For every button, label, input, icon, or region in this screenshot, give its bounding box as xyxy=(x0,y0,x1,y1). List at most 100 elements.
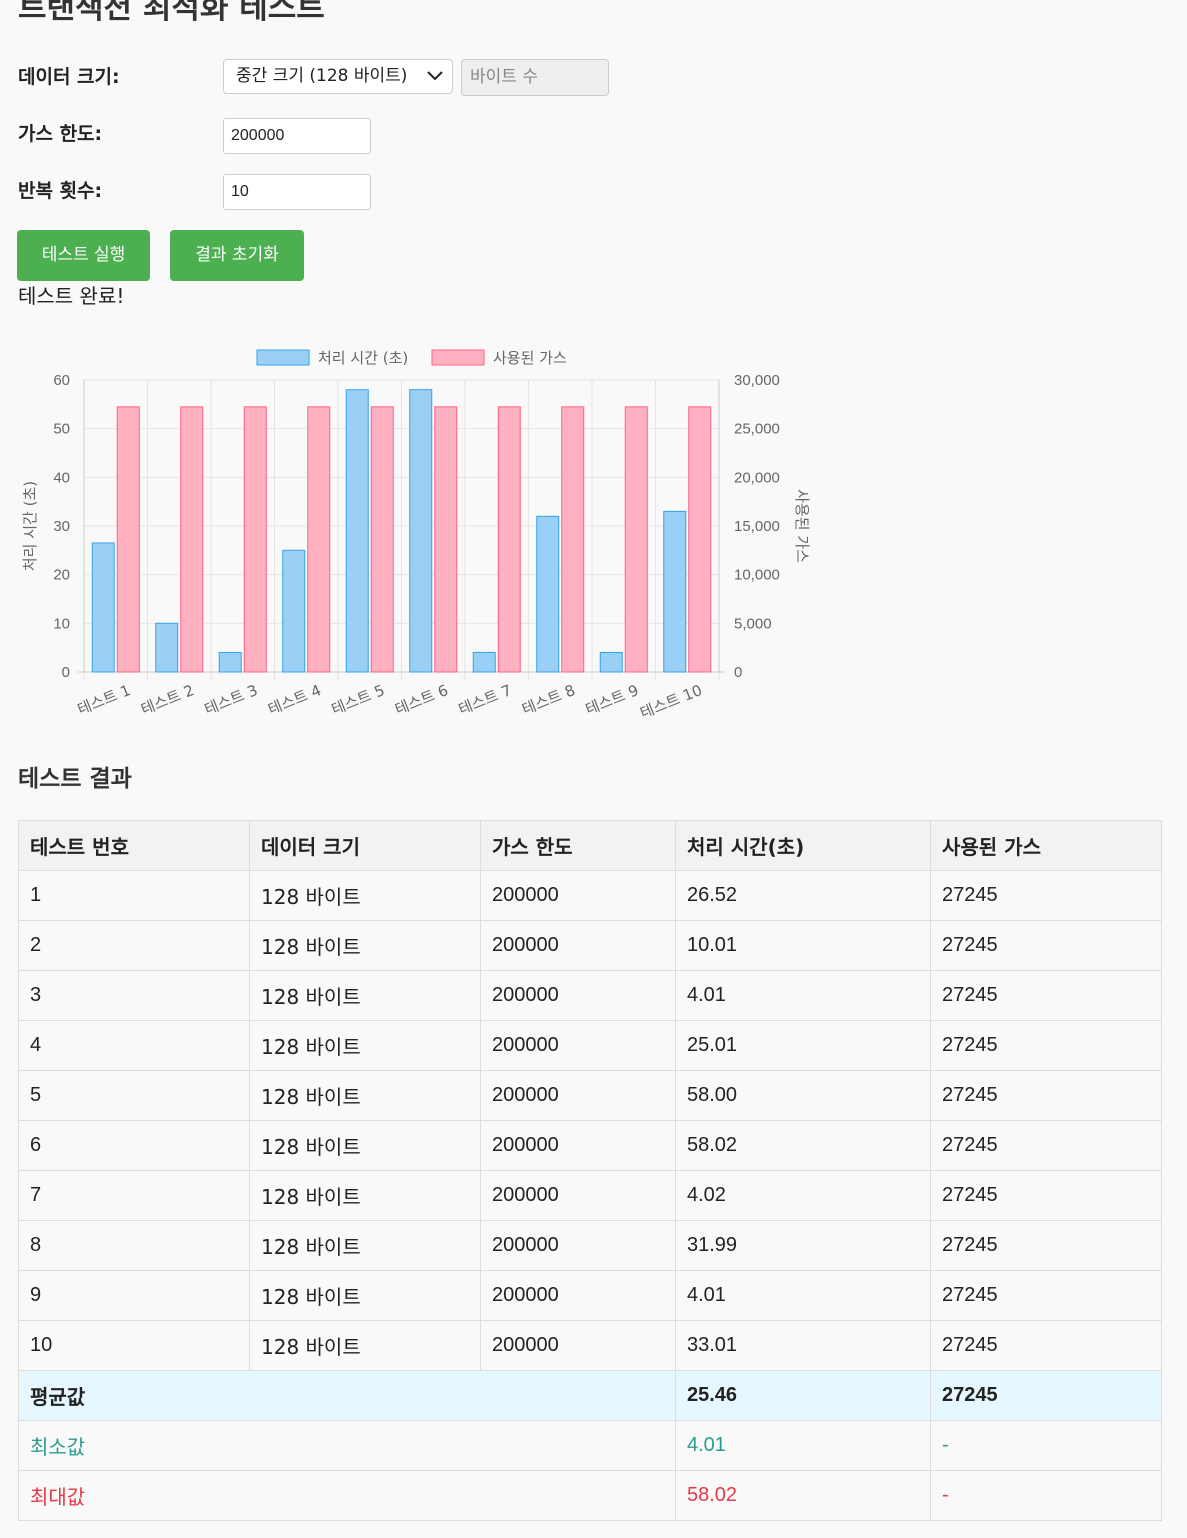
legend-label: 사용된 가스 xyxy=(493,349,567,367)
cell-processing-time: 10.01 xyxy=(675,920,931,971)
cell-gas-used: 27245 xyxy=(930,1170,1162,1221)
right-tick-label: 0 xyxy=(734,664,742,681)
bar-gas xyxy=(307,406,331,673)
bar-time xyxy=(155,622,179,673)
bar-time xyxy=(663,510,687,673)
chevron-down-icon xyxy=(427,71,443,81)
bar-time xyxy=(345,389,369,673)
cell-data-size: 128 바이트 xyxy=(249,1070,481,1121)
bar-time xyxy=(599,651,623,673)
table-row: 6 128 바이트 200000 58.02 27245 xyxy=(18,1120,1162,1171)
cell-gas-limit: 200000 xyxy=(480,1020,676,1071)
minimum-label: 최소값 xyxy=(18,1420,676,1471)
table-row: 9 128 바이트 200000 4.01 27245 xyxy=(18,1270,1162,1321)
x-tick-label: 테스트 9 xyxy=(583,681,641,719)
data-size-select[interactable]: 중간 크기 (128 바이트) xyxy=(223,59,453,94)
left-tick-label: 20 xyxy=(53,567,70,584)
cell-test-number: 7 xyxy=(18,1170,250,1221)
cell-test-number: 2 xyxy=(18,920,250,971)
cell-test-number: 10 xyxy=(18,1320,250,1371)
cell-processing-time: 26.52 xyxy=(675,870,931,921)
right-tick-label: 10,000 xyxy=(734,567,780,584)
right-tick-label: 5,000 xyxy=(734,615,772,632)
left-axis-title: 처리 시간 (초) xyxy=(21,481,39,571)
table-row: 8 128 바이트 200000 31.99 27245 xyxy=(18,1220,1162,1271)
left-tick-label: 10 xyxy=(53,615,70,632)
cell-data-size: 128 바이트 xyxy=(249,1220,481,1271)
cell-gas-used: 27245 xyxy=(930,1020,1162,1071)
data-size-selected: 중간 크기 (128 바이트) xyxy=(236,66,408,86)
x-tick-label: 테스트 8 xyxy=(519,681,577,719)
bar-gas xyxy=(688,406,712,673)
cell-data-size: 128 바이트 xyxy=(249,1170,481,1221)
cell-gas-used: 27245 xyxy=(930,1120,1162,1171)
x-tick-label: 테스트 2 xyxy=(138,681,196,719)
cell-test-number: 3 xyxy=(18,970,250,1021)
cell-data-size: 128 바이트 xyxy=(249,870,481,921)
maximum-time: 58.02 xyxy=(675,1470,931,1521)
cell-gas-limit: 200000 xyxy=(480,1270,676,1321)
page-title: 트랜잭션 최적화 테스트 xyxy=(18,0,325,26)
cell-processing-time: 58.00 xyxy=(675,1070,931,1121)
cell-gas-used: 27245 xyxy=(930,1070,1162,1121)
cell-gas-used: 27245 xyxy=(930,1270,1162,1321)
cell-processing-time: 58.02 xyxy=(675,1120,931,1171)
cell-gas-limit: 200000 xyxy=(480,1220,676,1271)
x-tick-label: 테스트 10 xyxy=(637,681,704,722)
x-tick-label: 테스트 3 xyxy=(202,681,260,719)
x-tick-label: 테스트 6 xyxy=(392,681,450,719)
right-axis-title: 사용된 가스 xyxy=(793,489,811,563)
table-row: 1 128 바이트 200000 26.52 27245 xyxy=(18,870,1162,921)
run-test-button[interactable]: 테스트 실행 xyxy=(17,230,150,281)
cell-processing-time: 4.02 xyxy=(675,1170,931,1221)
iterations-input[interactable]: 10 xyxy=(223,174,371,210)
bar-gas xyxy=(180,406,204,673)
cell-data-size: 128 바이트 xyxy=(249,970,481,1021)
cell-gas-limit: 200000 xyxy=(480,920,676,971)
bar-time xyxy=(472,651,496,673)
bytes-input[interactable]: 바이트 수 xyxy=(461,59,609,96)
right-tick-label: 25,000 xyxy=(734,421,780,438)
results-title: 테스트 결과 xyxy=(18,766,132,792)
left-tick-label: 60 xyxy=(53,372,70,389)
cell-processing-time: 25.01 xyxy=(675,1020,931,1071)
bar-time xyxy=(536,515,560,673)
table-row: 7 128 바이트 200000 4.02 27245 xyxy=(18,1170,1162,1221)
x-tick-label: 테스트 1 xyxy=(75,681,133,719)
cell-test-number: 1 xyxy=(18,870,250,921)
cell-gas-used: 27245 xyxy=(930,1220,1162,1271)
legend-label: 처리 시간 (초) xyxy=(318,349,408,367)
bar-gas xyxy=(116,406,140,673)
bar-time xyxy=(218,651,242,673)
bar-gas xyxy=(243,406,267,673)
cell-test-number: 9 xyxy=(18,1270,250,1321)
bar-time xyxy=(91,542,115,673)
bar-gas xyxy=(434,406,458,673)
table-row: 10 128 바이트 200000 33.01 27245 xyxy=(18,1320,1162,1371)
cell-gas-limit: 200000 xyxy=(480,970,676,1021)
table-row: 5 128 바이트 200000 58.00 27245 xyxy=(18,1070,1162,1121)
header-gas-limit: 가스 한도 xyxy=(480,820,676,871)
status-text: 테스트 완료! xyxy=(18,284,125,308)
cell-gas-limit: 200000 xyxy=(480,1170,676,1221)
maximum-gas: - xyxy=(930,1470,1162,1521)
cell-gas-limit: 200000 xyxy=(480,870,676,921)
bar-gas xyxy=(561,406,585,673)
cell-gas-used: 27245 xyxy=(930,1320,1162,1371)
cell-processing-time: 33.01 xyxy=(675,1320,931,1371)
cell-processing-time: 4.01 xyxy=(675,1270,931,1321)
gas-limit-label: 가스 한도: xyxy=(18,123,103,145)
cell-test-number: 8 xyxy=(18,1220,250,1271)
results-chart: 0 10 20 30 40 50 60 0 5,000 10,000 15,000 20,000 25,… xyxy=(21,349,811,722)
bar-time xyxy=(409,389,433,673)
reset-results-button[interactable]: 결과 초기화 xyxy=(170,230,304,281)
gas-limit-input[interactable]: 200000 xyxy=(223,118,371,154)
bar-gas xyxy=(370,406,394,673)
header-test-number: 테스트 번호 xyxy=(18,820,250,871)
minimum-row: 최소값 4.01 - xyxy=(18,1420,1162,1471)
table-header-row: 테스트 번호 데이터 크기 가스 한도 처리 시간(초) 사용된 가스 xyxy=(18,820,1162,871)
cell-test-number: 5 xyxy=(18,1070,250,1121)
cell-data-size: 128 바이트 xyxy=(249,1320,481,1371)
header-data-size: 데이터 크기 xyxy=(249,820,481,871)
cell-gas-limit: 200000 xyxy=(480,1070,676,1121)
